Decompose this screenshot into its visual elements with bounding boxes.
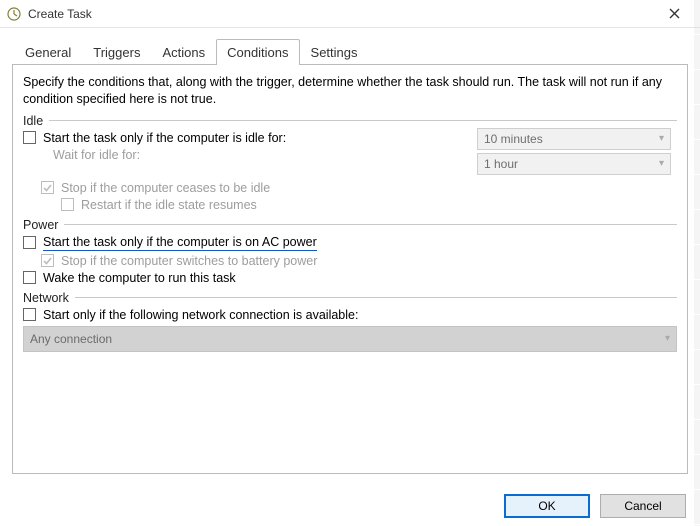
label-start-if-network: Start only if the following network conn… [43,308,358,322]
tab-triggers[interactable]: Triggers [82,39,151,65]
label-start-if-idle: Start the task only if the computer is i… [43,131,286,145]
tab-conditions[interactable]: Conditions [216,39,299,65]
conditions-description: Specify the conditions that, along with … [23,74,677,108]
tab-actions[interactable]: Actions [151,39,216,65]
combo-wait-duration-value: 1 hour [484,157,518,171]
combo-network-connection: Any connection ▾ [23,326,677,352]
group-head-power: Power [23,218,677,232]
combo-idle-duration-value: 10 minutes [484,132,543,146]
titlebar: Create Task [0,0,700,28]
window-title: Create Task [28,7,654,21]
client-area: General Triggers Actions Conditions Sett… [0,28,700,474]
check-icon [42,255,53,266]
close-icon [669,8,680,19]
tab-settings[interactable]: Settings [300,39,369,65]
checkbox-start-if-ac-power[interactable] [23,236,36,249]
group-head-network: Network [23,291,677,305]
combo-wait-duration: 1 hour ▾ [477,153,671,175]
label-stop-if-ceases-idle: Stop if the computer ceases to be idle [61,181,270,195]
label-wake-to-run: Wake the computer to run this task [43,271,236,285]
close-button[interactable] [654,2,694,26]
checkbox-wake-to-run[interactable] [23,271,36,284]
group-head-idle: Idle [23,114,677,128]
group-label-power: Power [23,218,58,232]
tab-general[interactable]: General [14,39,82,65]
check-icon [42,182,53,193]
divider [75,297,677,298]
chevron-down-icon: ▾ [665,333,670,344]
label-wait-for-idle: Wait for idle for: [53,148,140,162]
divider [64,224,677,225]
chevron-down-icon: ▾ [659,133,664,144]
tabstrip: General Triggers Actions Conditions Sett… [12,38,688,64]
label-restart-if-idle-resumes: Restart if the idle state resumes [81,198,257,212]
tab-page-conditions: Specify the conditions that, along with … [12,64,688,474]
checkbox-stop-if-battery [41,254,54,267]
checkbox-start-if-idle[interactable] [23,131,36,144]
combo-network-connection-value: Any connection [30,332,112,346]
chevron-down-icon: ▾ [659,158,664,169]
divider [49,120,677,121]
label-stop-if-battery: Stop if the computer switches to battery… [61,254,317,268]
group-label-network: Network [23,291,69,305]
cancel-button[interactable]: Cancel [600,494,686,518]
ok-button[interactable]: OK [504,494,590,518]
combo-idle-duration: 10 minutes ▾ [477,128,671,150]
group-label-idle: Idle [23,114,43,128]
checkbox-stop-if-ceases-idle [41,181,54,194]
checkbox-start-if-network[interactable] [23,308,36,321]
task-scheduler-icon [6,6,22,22]
dialog-buttons: OK Cancel [504,494,686,518]
label-start-if-ac-power: Start the task only if the computer is o… [43,235,317,251]
checkbox-restart-if-idle-resumes [61,198,74,211]
